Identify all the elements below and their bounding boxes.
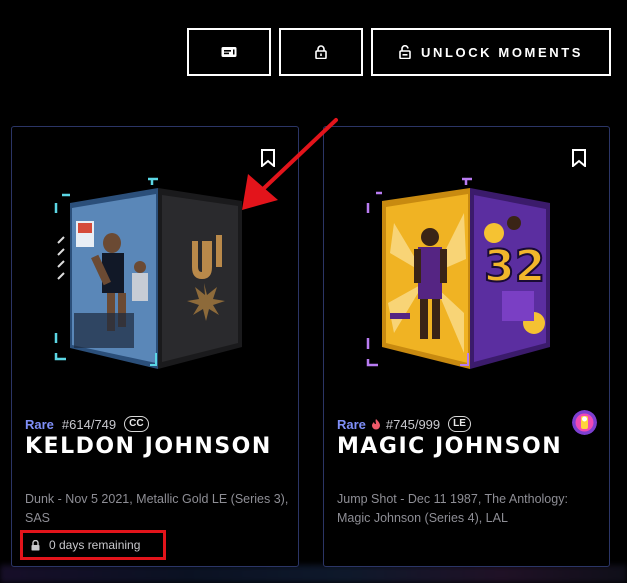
svg-text:32: 32 [484, 241, 545, 292]
player-name: KELDON JOHNSON [25, 434, 272, 459]
moment-cube-image[interactable]: 32 [364, 163, 572, 379]
bottom-glow [0, 565, 627, 583]
lock-icon [315, 45, 327, 59]
play-description: Jump Shot - Dec 11 1987, The Anthology: … [337, 492, 568, 525]
moment-card[interactable]: 32 Rare #745/999 LE MAGIC JOHNSON Jump S… [323, 126, 610, 567]
player-name: MAGIC JOHNSON [337, 434, 563, 459]
lock-status: 0 days remaining [20, 530, 166, 560]
avatar[interactable] [572, 410, 597, 435]
serial-number: #614/749 [61, 416, 117, 432]
rarity-label: Rare [337, 416, 366, 432]
moment-meta: Rare #745/999 LE [337, 416, 471, 432]
unlock-moments-label: UNLOCK MOMENTS [420, 44, 584, 60]
rarity-label: Rare [25, 416, 54, 432]
lock-filter-button[interactable] [279, 28, 363, 76]
moment-meta: Rare #614/749 CC [25, 416, 149, 432]
card-view-button[interactable] [187, 28, 271, 76]
moment-cube-image[interactable] [52, 163, 260, 379]
serial-number: #745/999 [385, 416, 441, 432]
edition-badge: CC [124, 416, 149, 432]
annotation-arrow-icon [242, 118, 338, 210]
play-description: Dunk - Nov 5 2021, Metallic Gold LE (Ser… [25, 492, 289, 525]
edition-badge: LE [448, 416, 471, 432]
bookmark-icon[interactable] [571, 149, 587, 167]
fire-icon [371, 419, 380, 430]
unlock-moments-button[interactable]: UNLOCK MOMENTS [371, 28, 611, 76]
card-icon [221, 47, 237, 57]
days-remaining: 0 days remaining [49, 538, 141, 552]
lock-icon [31, 539, 40, 550]
unlock-icon [399, 45, 411, 59]
